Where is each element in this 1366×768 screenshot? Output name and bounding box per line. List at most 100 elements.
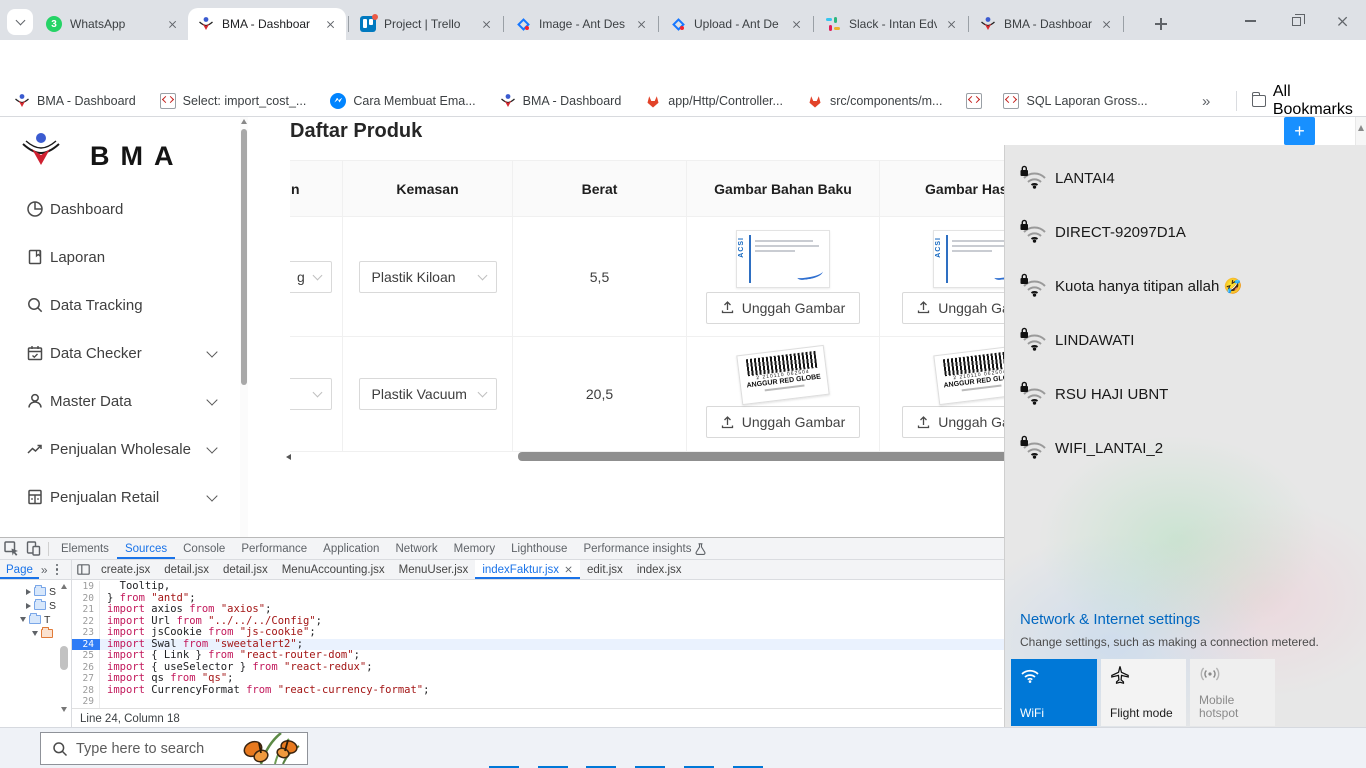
- sidebar-item-penjualan-retail[interactable]: Penjualan Retail: [0, 475, 240, 519]
- bookmark-item-icon-only[interactable]: [966, 93, 989, 109]
- sidebar-item-laporan[interactable]: Laporan: [0, 235, 240, 279]
- device-toolbar-icon[interactable]: [22, 540, 44, 558]
- tab-close-icon[interactable]: [788, 16, 804, 32]
- window-close-button[interactable]: [1324, 8, 1360, 34]
- wifi-network-item[interactable]: Kuota hanya titipan allah 🤣: [1005, 259, 1366, 313]
- truncated-select[interactable]: [290, 378, 332, 410]
- tab-close-icon[interactable]: [478, 16, 494, 32]
- new-tab-button[interactable]: [1148, 11, 1174, 37]
- devtools-tab-console[interactable]: Console: [175, 538, 233, 559]
- tab-search-button[interactable]: [7, 9, 33, 35]
- tab-antd-image[interactable]: Image - Ant Des: [505, 8, 657, 40]
- sidebar-item-data-checker[interactable]: Data Checker: [0, 331, 240, 375]
- scroll-up-arrow[interactable]: [61, 584, 67, 589]
- bookmark-item[interactable]: SQL Laporan Gross...: [1003, 93, 1147, 109]
- sidebar-item-data-tracking[interactable]: Data Tracking: [0, 283, 240, 327]
- pane-menu-kebab-icon[interactable]: [56, 564, 59, 576]
- scroll-up-arrow[interactable]: [241, 119, 247, 124]
- tab-trello[interactable]: Project | Trello: [350, 8, 502, 40]
- file-tab-index[interactable]: index.jsx: [630, 560, 689, 579]
- network-settings-link[interactable]: Network & Internet settings: [1020, 611, 1200, 628]
- table-hscrollbar-thumb[interactable]: [518, 452, 1010, 461]
- unggah-gambar-button[interactable]: Unggah Gambar: [706, 292, 861, 324]
- close-file-icon[interactable]: [565, 566, 573, 574]
- sidebar-item-master-data[interactable]: Master Data: [0, 379, 240, 423]
- all-bookmarks-button[interactable]: All Bookmarks: [1252, 85, 1366, 117]
- pane-vertical-scrollbar[interactable]: [59, 582, 70, 714]
- wifi-network-item[interactable]: LINDAWATI: [1005, 313, 1366, 367]
- devtools-tab-performance-insights[interactable]: Performance insights: [575, 538, 714, 559]
- unggah-gambar-button[interactable]: Unggah Gambar: [706, 406, 861, 438]
- add-product-button[interactable]: +: [1284, 117, 1315, 145]
- file-tab-create[interactable]: create.jsx: [94, 560, 157, 579]
- tab-close-icon[interactable]: [322, 16, 338, 32]
- pane-tab-page[interactable]: Page: [0, 560, 39, 579]
- window-minimize-button[interactable]: [1232, 8, 1268, 34]
- file-tab-menu-accounting[interactable]: MenuAccounting.jsx: [275, 560, 392, 579]
- trello-favicon: [360, 16, 376, 32]
- wifi-toggle-button[interactable]: WiFi: [1011, 659, 1097, 726]
- bookmarks-overflow-button[interactable]: »: [1202, 85, 1210, 117]
- tab-close-icon[interactable]: [164, 16, 180, 32]
- pane-more-tabs[interactable]: »: [41, 563, 48, 577]
- wifi-network-item[interactable]: DIRECT-92097D1A: [1005, 205, 1366, 259]
- tab-whatsapp[interactable]: 3 WhatsApp: [36, 8, 188, 40]
- devtools-tab-performance[interactable]: Performance: [233, 538, 315, 559]
- devtools-tab-lighthouse[interactable]: Lighthouse: [503, 538, 575, 559]
- scrollbar-thumb[interactable]: [241, 129, 247, 385]
- bookmark-item[interactable]: Select: import_cost_...: [160, 93, 307, 109]
- tab-close-icon[interactable]: [633, 16, 649, 32]
- bookmark-item[interactable]: BMA - Dashboard: [14, 93, 136, 109]
- folder-icon: [34, 587, 46, 596]
- tree-expanded-arrow[interactable]: [32, 631, 38, 636]
- tree-collapsed-arrow[interactable]: [26, 603, 31, 609]
- code-editor[interactable]: 19 Tooltip, 20} from "antd"; 21import ax…: [72, 581, 1012, 708]
- bookmark-item[interactable]: Cara Membuat Ema...: [330, 93, 475, 109]
- file-tab-detail-2[interactable]: detail.jsx: [216, 560, 275, 579]
- wifi-network-item[interactable]: WIFI_LANTAI_2: [1005, 421, 1366, 475]
- bookmark-item[interactable]: src/components/m...: [807, 93, 943, 109]
- devtools-tab-memory[interactable]: Memory: [446, 538, 504, 559]
- devtools-tab-elements[interactable]: Elements: [53, 538, 117, 559]
- bookmark-item[interactable]: app/Http/Controller...: [645, 93, 783, 109]
- kemasan-select[interactable]: Plastik Kiloan: [359, 261, 497, 293]
- bookmark-item[interactable]: BMA - Dashboard: [500, 93, 622, 109]
- sidebar-item-penjualan-wholesale[interactable]: Penjualan Wholesale: [0, 427, 240, 471]
- scroll-down-arrow[interactable]: [61, 707, 67, 712]
- scrollbar-thumb[interactable]: [60, 646, 68, 670]
- wifi-network-item[interactable]: LANTAI4: [1005, 151, 1366, 205]
- tab-bma-dashboard-active[interactable]: BMA - Dashboar: [188, 8, 346, 40]
- sidebar-scrollbar[interactable]: [240, 117, 248, 537]
- window-restore-button[interactable]: [1278, 8, 1314, 34]
- file-tab-edit[interactable]: edit.jsx: [580, 560, 630, 579]
- minimize-icon: [1245, 20, 1256, 22]
- sidebar-item-dashboard[interactable]: Dashboard: [0, 187, 240, 231]
- tab-close-icon[interactable]: [1098, 16, 1114, 32]
- devtools-tab-sources[interactable]: Sources: [117, 538, 175, 559]
- devtools-tab-network[interactable]: Network: [387, 538, 445, 559]
- scroll-up-arrow[interactable]: [1358, 125, 1364, 131]
- flight-mode-button[interactable]: Flight mode: [1101, 659, 1186, 726]
- file-tab-menu-user[interactable]: MenuUser.jsx: [392, 560, 476, 579]
- tab-separator: [348, 16, 349, 32]
- tab-bma-dashboard-2[interactable]: BMA - Dashboar: [970, 8, 1122, 40]
- tab-title: Project | Trello: [384, 17, 472, 31]
- toggle-sidebar-icon[interactable]: [72, 561, 94, 579]
- barcode-image[interactable]: 2 210110 062504 ANGGUR RED GLOBE: [736, 345, 829, 405]
- table-hscroll-left-arrow[interactable]: [286, 454, 291, 460]
- mobile-hotspot-button[interactable]: Mobile hotspot: [1190, 659, 1275, 726]
- bahan-baku-image[interactable]: ACSI: [736, 230, 830, 288]
- wifi-network-item[interactable]: RSU HAJI UBNT: [1005, 367, 1366, 421]
- tab-antd-upload[interactable]: Upload - Ant De: [660, 8, 812, 40]
- file-tab-detail[interactable]: detail.jsx: [157, 560, 216, 579]
- kemasan-select[interactable]: Plastik Vacuum: [359, 378, 497, 410]
- truncated-select[interactable]: g: [290, 261, 332, 293]
- tree-collapsed-arrow[interactable]: [26, 589, 31, 595]
- file-tab-index-faktur[interactable]: indexFaktur.jsx: [475, 560, 580, 579]
- tab-close-icon[interactable]: [943, 16, 959, 32]
- inspect-element-icon[interactable]: [0, 540, 22, 558]
- devtools-tab-application[interactable]: Application: [315, 538, 387, 559]
- taskbar-search-box[interactable]: Type here to search: [40, 732, 308, 765]
- tree-expanded-arrow[interactable]: [20, 617, 26, 622]
- tab-slack[interactable]: Slack - Intan Edv: [815, 8, 967, 40]
